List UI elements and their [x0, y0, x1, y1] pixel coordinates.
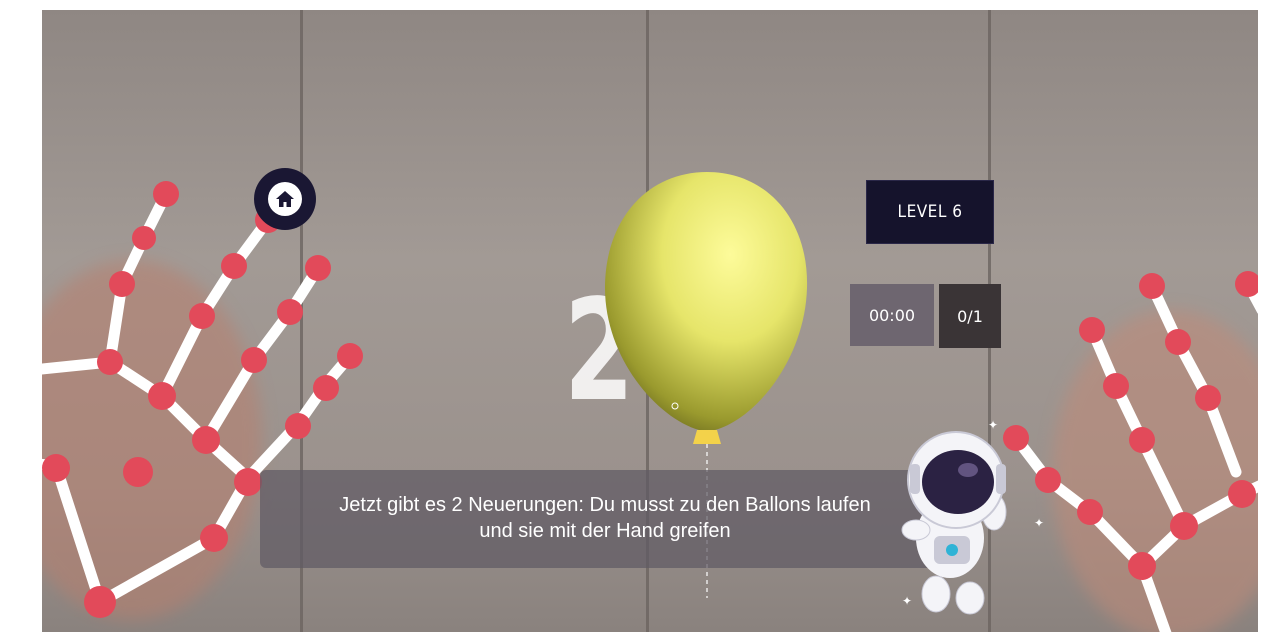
instruction-line-1: Jetzt gibt es 2 Neuerungen: Du musst zu …: [339, 494, 871, 516]
balloon-counter: 0/1: [939, 284, 1001, 348]
home-icon-background: [268, 182, 302, 216]
sparkle: ✦: [1034, 516, 1045, 530]
home-icon: [276, 191, 294, 207]
home-button[interactable]: [254, 168, 316, 230]
sparkle: ✦: [988, 418, 999, 432]
right-hand-photo: [1052, 310, 1258, 632]
game-scene: 2 LEVEL 6 00:00 0/1 Jetzt gibt es 2 Neue…: [42, 10, 1258, 632]
level-indicator: LEVEL 6: [866, 180, 994, 244]
instruction-subtitle: Jetzt gibt es 2 Neuerungen: Du musst zu …: [260, 470, 950, 568]
astronaut-icon: [901, 431, 1007, 615]
sparkle: ✦: [902, 594, 913, 608]
timer-display: 00:00: [850, 284, 934, 346]
instruction-line-2: und sie mit der Hand greifen: [479, 520, 731, 542]
